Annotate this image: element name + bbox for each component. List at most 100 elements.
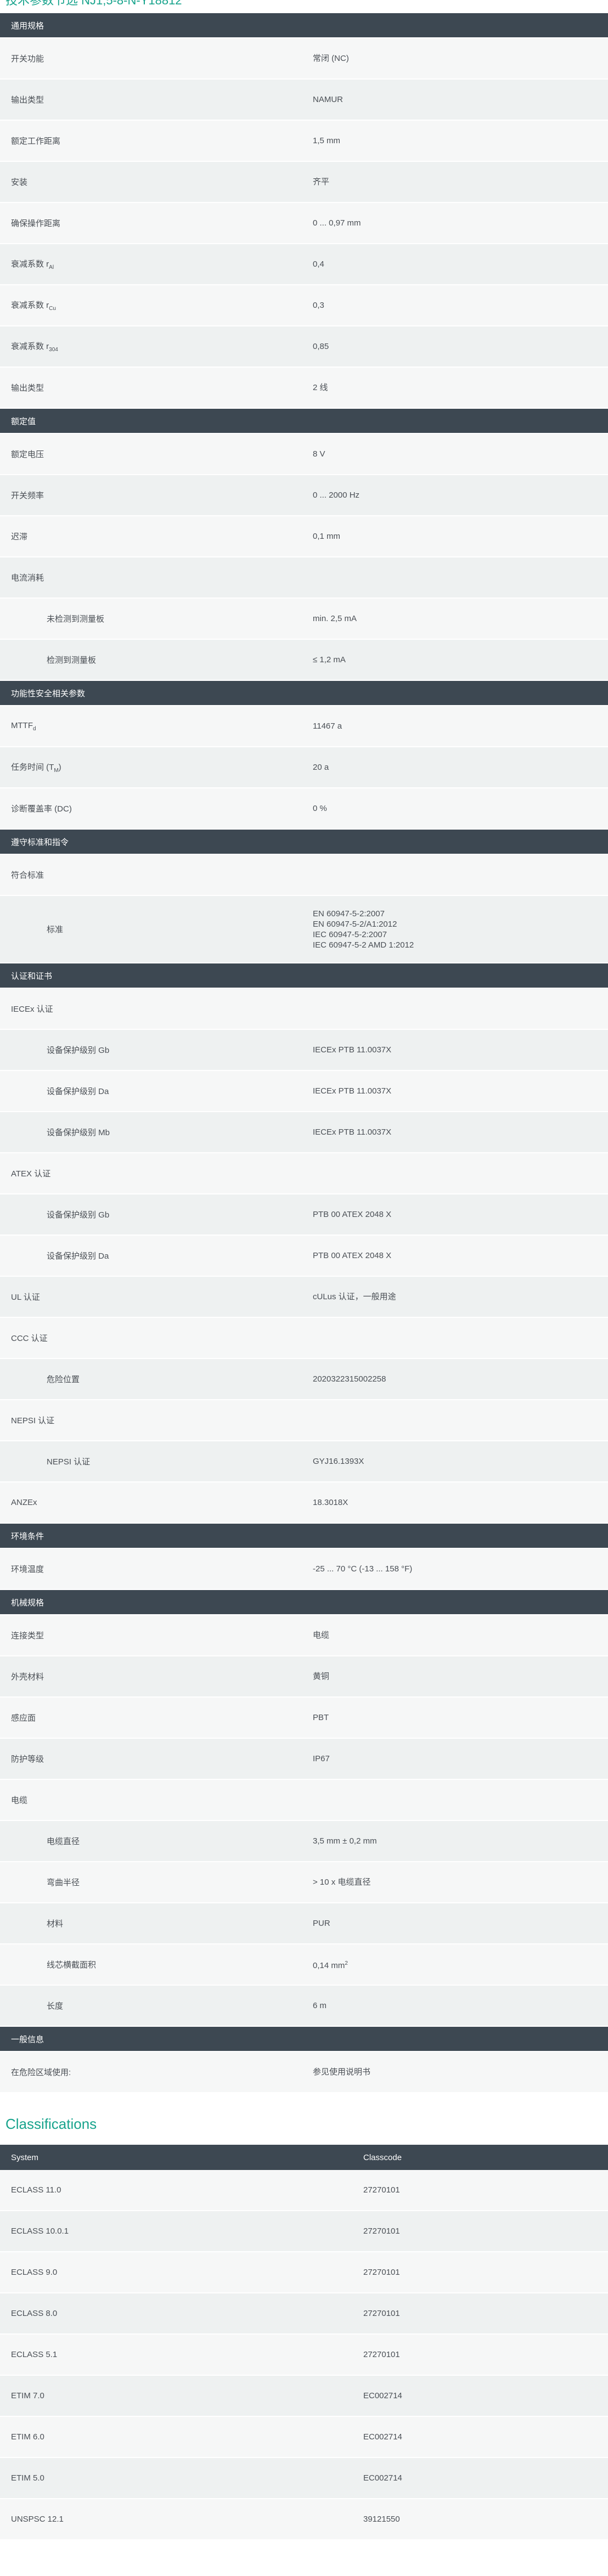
section-title: 通用规格 (0, 13, 608, 38)
spec-label: 衰减系数 r304 (0, 326, 304, 368)
spec-label-text: ATEX 认证 (11, 1169, 51, 1179)
spec-label: ANZEx (0, 1482, 304, 1524)
spec-row: ANZEx 18.3018X (0, 1482, 608, 1524)
classification-system: ETIM 7.0 (0, 2375, 352, 2417)
spec-label: 确保操作距离 (0, 202, 304, 244)
spec-label-text: 环境温度 (11, 1565, 44, 1574)
spec-value: 6 m (304, 1985, 608, 2027)
spec-value-text: ≤ 1,2 mA (313, 655, 346, 664)
section-header: 认证和证书 (0, 963, 608, 989)
spec-label: 连接类型 (0, 1615, 304, 1656)
classification-code: EC002714 (352, 2375, 608, 2417)
datasheet-page: 技术参数节选 NJ1,5-8-N-Y18812 通用规格 开关功能 常闭 (NC) 输… (0, 0, 608, 2540)
section-title: 机械规格 (0, 1589, 608, 1615)
spec-value-text: 0 ... 0,97 mm (313, 218, 361, 228)
spec-label-text: 符合标准 (11, 871, 44, 880)
spec-value-text: 黄铜 (313, 1671, 330, 1681)
spec-label-text: 在危险区域使用: (11, 2068, 71, 2077)
spec-value-text: cULus 认证，一般用途 (313, 1292, 396, 1301)
spec-label-text: 衰减系数 r (11, 301, 49, 310)
spec-label-subscript: d (32, 725, 36, 732)
spec-label-text: 外壳材料 (11, 1672, 44, 1682)
section-title: 认证和证书 (0, 963, 608, 989)
spec-label-subscript: Cu (49, 306, 56, 312)
spec-value-text: GYJ16.1393X (313, 1456, 364, 1466)
spec-value-text: 参见使用说明书 (313, 2067, 371, 2077)
spec-value: 参见使用说明书 (304, 2051, 608, 2093)
spec-value: PTB 00 ATEX 2048 X (304, 1235, 608, 1277)
spec-label: CCC 认证 (0, 1317, 304, 1359)
spec-label-text: 设备保护级别 Gb (47, 1046, 110, 1055)
spec-label: 设备保护级别 Da (0, 1070, 304, 1112)
classification-code: 27270101 (352, 2211, 608, 2252)
spec-label: 输出类型 (0, 79, 304, 121)
spec-label-text: 设备保护级别 Da (47, 1087, 109, 1096)
spec-value: PTB 00 ATEX 2048 X (304, 1194, 608, 1236)
spec-row: 诊断覆盖率 (DC) 0 % (0, 788, 608, 830)
spec-row: 开关功能 常闭 (NC) (0, 38, 608, 80)
spec-row: 开关频率 0 ... 2000 Hz (0, 475, 608, 516)
section-title: 功能性安全相关参数 (0, 680, 608, 706)
classification-system: ECLASS 10.0.1 (0, 2211, 352, 2252)
spec-label: 长度 (0, 1985, 304, 2027)
spec-label-text: 确保操作距离 (11, 219, 61, 228)
classifications-header-row: System Classcode (0, 2145, 608, 2170)
spec-row: 设备保护级别 Mb IECEx PTB 11.0037X (0, 1112, 608, 1153)
spec-value: IECEx PTB 11.0037X (304, 1070, 608, 1112)
spec-label-text: 电缆 (11, 1796, 28, 1805)
spec-value-superscript: 2 (345, 1960, 348, 1966)
spec-value-text: 11467 a (313, 721, 342, 731)
spec-row: 未检测到测量板 min. 2,5 mA (0, 598, 608, 640)
spec-label-text: 任务时间 (T (11, 763, 54, 772)
column-header-system: System (0, 2145, 352, 2170)
spec-value: 2 线 (304, 367, 608, 409)
spec-label-text: 设备保护级别 Da (47, 1252, 109, 1261)
spec-row: 输出类型 NAMUR (0, 79, 608, 121)
spec-value-line: IEC 60947-5-2 AMD 1:2012 (313, 940, 414, 950)
spec-value-text: PUR (313, 1918, 330, 1928)
classification-code: 27270101 (352, 2252, 608, 2293)
spec-label-text: IECEx 认证 (11, 1005, 53, 1014)
spec-row: ATEX 认证 (0, 1153, 608, 1194)
spec-label: 开关功能 (0, 38, 304, 80)
spec-row: 额定工作距离 1,5 mm (0, 120, 608, 162)
spec-label: 线芯横截面积 (0, 1944, 304, 1986)
spec-value-text: 0 ... 2000 Hz (313, 490, 360, 500)
section-title: 环境条件 (0, 1523, 608, 1549)
spec-label-subscript: Al (49, 264, 54, 270)
spec-label: 外壳材料 (0, 1656, 304, 1698)
spec-label-text: 额定工作距离 (11, 137, 61, 146)
spec-label: 安装 (0, 161, 304, 203)
spec-label: 任务时间 (TM) (0, 747, 304, 788)
spec-value-line: IEC 60947-5-2:2007 (313, 929, 387, 939)
spec-label-text: 输出类型 (11, 95, 44, 105)
spec-value: 黄铜 (304, 1656, 608, 1698)
spec-row: 电缆直径 3,5 mm ± 0,2 mm (0, 1820, 608, 1862)
classification-row: ECLASS 9.0 27270101 (0, 2252, 608, 2293)
spec-label: 诊断覆盖率 (DC) (0, 788, 304, 830)
spec-value-text: 0 % (313, 803, 327, 813)
classification-row: UNSPSC 12.1 39121550 (0, 2499, 608, 2540)
spec-label-text: 开关频率 (11, 491, 44, 500)
spec-row: 设备保护级别 Gb PTB 00 ATEX 2048 X (0, 1194, 608, 1236)
spec-label-text: UL 认证 (11, 1293, 40, 1302)
spec-label: IECEx 认证 (0, 988, 304, 1030)
spec-row: 标准 EN 60947-5-2:2007 EN 60947-5-2/A1:2012 I… (0, 895, 608, 963)
spec-value: 0 ... 2000 Hz (304, 475, 608, 516)
spec-label: 设备保护级别 Mb (0, 1112, 304, 1153)
spec-row: 检测到测量板 ≤ 1,2 mA (0, 639, 608, 681)
spec-row: 材料 PUR (0, 1903, 608, 1944)
spec-value: 20 a (304, 747, 608, 788)
spec-row: 电流消耗 (0, 557, 608, 599)
classifications-table: System Classcode ECLASS 11.0 27270101 ECLA… (0, 2145, 608, 2540)
spec-label-text: 线芯横截面积 (47, 1960, 97, 1970)
classification-system: ECLASS 9.0 (0, 2252, 352, 2293)
spec-label-text: 防护等级 (11, 1755, 44, 1764)
spec-value: 0 % (304, 788, 608, 830)
spec-value-text: > 10 x 电缆直径 (313, 1877, 371, 1887)
spec-value-line: EN 60947-5-2/A1:2012 (313, 919, 397, 929)
spec-value-text: 2020322315002258 (313, 1374, 386, 1384)
spec-label: 电缆直径 (0, 1820, 304, 1862)
spec-value (304, 557, 608, 599)
spec-table: 通用规格 开关功能 常闭 (NC) 输出类型 NAMUR 额定工作距离 1,5 mm 安装 齐平… (0, 13, 608, 2093)
